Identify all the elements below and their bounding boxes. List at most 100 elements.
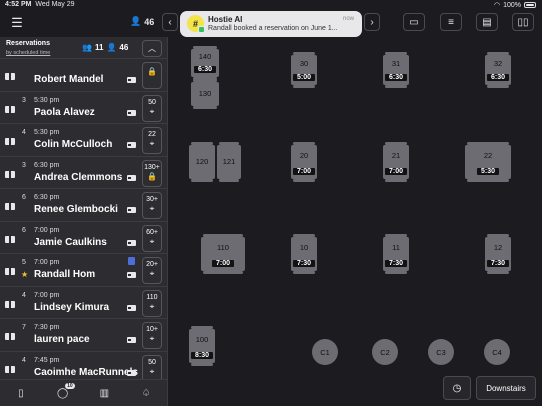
table-C4[interactable]: C4: [484, 339, 510, 365]
next-day-button[interactable]: ›: [364, 13, 380, 31]
chair: [487, 271, 509, 274]
table-label: 100: [195, 335, 209, 344]
inbox-button[interactable]: ◯ 10: [53, 383, 75, 403]
table-assign-button[interactable]: 🔒: [142, 62, 162, 89]
bell-icon: ♤: [141, 387, 151, 399]
table-C2[interactable]: C2: [372, 339, 398, 365]
reservation-row[interactable]: 3 5:30 pm Paola Alavez 50 ⌖: [0, 92, 168, 124]
clipboard-button[interactable]: ▤: [476, 13, 498, 31]
table-121[interactable]: 121: [217, 145, 241, 179]
table-number: 130+: [144, 163, 160, 171]
table-assign-button[interactable]: 10+ ⌖: [142, 322, 162, 349]
target-icon: ⌖: [149, 301, 155, 311]
guest-name: Lindsey Kimura: [34, 301, 110, 313]
chevron-right-icon: ›: [370, 16, 374, 28]
book-icon: [5, 170, 15, 178]
table-assign-button[interactable]: 50 ⌖: [142, 354, 162, 382]
table-C1[interactable]: C1: [312, 339, 338, 365]
reservation-row[interactable]: 6 7:00 pm Jamie Caulkins 60+ ⌖: [0, 222, 168, 254]
table-120[interactable]: 120: [189, 145, 215, 179]
table-10[interactable]: 10 7:30: [291, 237, 317, 271]
chevron-up-icon: ︿: [148, 44, 156, 53]
table-31[interactable]: 31 6:30: [383, 55, 409, 85]
table-110[interactable]: 110 7:00: [201, 237, 245, 271]
chair: [203, 271, 243, 274]
table-number: 22: [148, 131, 156, 138]
waitlist-button[interactable]: ♤: [136, 383, 156, 403]
table-label: 22: [483, 151, 493, 160]
reservation-time: 7:00 pm: [34, 259, 60, 266]
guest-name: Paola Alavez: [34, 106, 95, 118]
table-assign-button[interactable]: 22 ⌖: [142, 127, 162, 154]
wifi-icon: ◠: [493, 2, 501, 9]
book-view-button[interactable]: ▥: [94, 383, 114, 403]
table-time: 6:30: [193, 66, 217, 73]
table-21[interactable]: 21 7:00: [383, 145, 409, 179]
chair: [191, 179, 213, 182]
collapse-button[interactable]: ︿: [142, 40, 162, 57]
person-icon: 👤: [106, 43, 117, 52]
card-icon: [127, 174, 136, 181]
table-11[interactable]: 11 7:30: [383, 237, 409, 271]
status-right: ◠ 100%: [494, 1, 536, 9]
table-time: 7:00: [292, 168, 316, 175]
notification-toast[interactable]: # Hostie AI Randall booked a reservation…: [180, 11, 362, 37]
table-assign-button[interactable]: 20+ ⌖: [142, 257, 162, 284]
menu-icon[interactable]: ☰: [8, 14, 26, 32]
table-12[interactable]: 12 7:30: [485, 237, 511, 271]
reservation-row[interactable]: 7 7:30 pm lauren pace 10+ ⌖: [0, 319, 168, 352]
reservation-time: 5:30 pm: [34, 129, 60, 136]
messages-button[interactable]: ▭: [403, 13, 425, 31]
book-button[interactable]: ▯▯: [512, 13, 534, 31]
reservation-time: 6:30 pm: [34, 161, 60, 169]
reservation-time: 6:30 pm: [34, 194, 60, 201]
target-icon: ⌖: [149, 366, 155, 376]
card-icon: [127, 142, 136, 148]
guest-name: lauren pace: [34, 334, 90, 345]
notes-button[interactable]: ▯: [11, 383, 31, 403]
table-100[interactable]: 100 8:30: [189, 329, 215, 363]
target-icon: ⌖: [149, 204, 155, 213]
table-assign-button[interactable]: 50 ⌖: [142, 94, 162, 122]
party-size: 4: [22, 356, 26, 364]
party-size: 5: [22, 259, 26, 266]
card-icon: [127, 337, 136, 343]
table-30[interactable]: 30 5:00: [291, 55, 317, 85]
table-32[interactable]: 32 6:30: [485, 55, 511, 85]
clock-icon: ◷: [452, 382, 462, 394]
reservation-row[interactable]: Robert Mandel 🔒: [0, 59, 168, 92]
table-assign-button[interactable]: 130+ 🔒: [142, 159, 162, 187]
area-selector[interactable]: Downstairs: [476, 376, 536, 400]
prev-day-button[interactable]: ‹: [162, 13, 178, 31]
table-20[interactable]: 20 7:00: [291, 145, 317, 179]
sort-link[interactable]: by scheduled time: [6, 50, 50, 56]
table-assign-button[interactable]: 30+ ⌖: [142, 192, 162, 219]
table-assign-button[interactable]: 60+ ⌖: [142, 224, 162, 252]
timeline-button[interactable]: ◷: [443, 376, 471, 400]
table-number: 50: [148, 98, 156, 106]
card-icon: [127, 304, 136, 311]
reservation-row[interactable]: 4 5:30 pm Colin McCulloch 22 ⌖: [0, 124, 168, 157]
reservation-row[interactable]: 6 6:30 pm Renee Glembocki 30+ ⌖: [0, 189, 168, 222]
book-icon: [5, 73, 15, 80]
reservation-row[interactable]: 4 7:00 pm Lindsey Kimura 110 ⌖: [0, 287, 168, 319]
sidebar-header: Reservations by scheduled time 👥 11 👤 46 ︿: [0, 37, 168, 59]
table-C3[interactable]: C3: [428, 339, 454, 365]
book-icon: [5, 105, 15, 113]
list-button[interactable]: ≡: [440, 13, 462, 31]
reservation-row[interactable]: 3 6:30 pm Andrea Clemmons 130+ 🔒: [0, 157, 168, 189]
chair: [219, 179, 239, 182]
table-assign-button[interactable]: 110 ⌖: [142, 289, 162, 317]
table-130[interactable]: 130: [191, 82, 219, 106]
table-time: 7:00: [211, 260, 235, 267]
bottom-toolbar: ▯ ◯ 10 ▥ ♤: [0, 379, 168, 406]
party-size: 3: [22, 161, 26, 169]
reservation-time: 7:45 pm: [34, 356, 60, 364]
reservation-row[interactable]: 5 7:00 pm Randall Hom 20+ ⌖ ★: [0, 254, 168, 287]
table-label: 10: [299, 243, 309, 252]
card-icon: [127, 369, 136, 376]
table-22[interactable]: 22 5:30: [465, 145, 511, 179]
reservation-time: 5:30 pm: [34, 96, 60, 104]
guest-name: Caoimhe MacRunnels: [34, 366, 138, 378]
table-140[interactable]: 140 6:30: [191, 49, 219, 77]
